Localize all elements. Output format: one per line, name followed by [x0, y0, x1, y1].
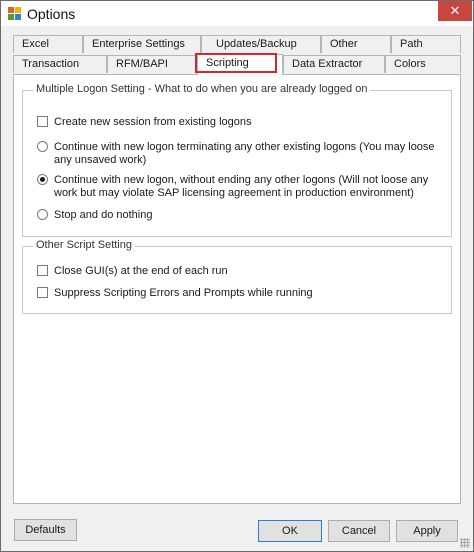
option-label: Close GUI(s) at the end of each run: [54, 265, 228, 277]
option-label: Continue with new logon, without ending …: [54, 174, 429, 199]
option-label: Stop and do nothing: [54, 209, 153, 221]
tab-updates-backup[interactable]: Updates/Backup: [201, 35, 321, 53]
apply-button[interactable]: Apply: [396, 520, 458, 542]
logon-group-title: Multiple Logon Setting - What to do when…: [33, 83, 371, 95]
defaults-button[interactable]: Defaults: [14, 519, 77, 541]
tab-enterprise-settings[interactable]: Enterprise Settings: [83, 35, 201, 53]
tab-colors[interactable]: Colors: [385, 55, 461, 73]
tab-rfm-bapi[interactable]: RFM/BAPI: [107, 55, 197, 73]
option-label: Continue with new logon terminating any …: [54, 141, 435, 166]
resize-grip-icon[interactable]: [460, 538, 470, 548]
other-script-settings-group: Other Script Setting Close GUI(s) at the…: [22, 239, 452, 314]
tab-other[interactable]: Other: [321, 35, 391, 53]
logon-settings-group: Multiple Logon Setting - What to do when…: [22, 83, 452, 237]
radio-circle[interactable]: [37, 141, 48, 152]
option-label: Create new session from existing logons: [54, 116, 252, 128]
ok-button[interactable]: OK: [258, 520, 322, 542]
tab-scripting[interactable]: Scripting: [197, 54, 283, 75]
app-icon: [8, 7, 21, 20]
script-group-title: Other Script Setting: [33, 239, 135, 251]
radio-circle-selected[interactable]: [37, 174, 48, 185]
tab-strip: Excel Enterprise Settings Updates/Backup…: [13, 35, 461, 75]
checkbox-box[interactable]: [37, 265, 48, 276]
tab-content-scripting: Multiple Logon Setting - What to do when…: [13, 74, 461, 504]
radio-circle[interactable]: [37, 209, 48, 220]
title-bar[interactable]: Options ✕: [1, 1, 473, 26]
checkbox-box[interactable]: [37, 116, 48, 127]
checkbox-box[interactable]: [37, 287, 48, 298]
close-button[interactable]: ✕: [438, 1, 472, 21]
tab-excel[interactable]: Excel: [13, 35, 83, 53]
option-label: Suppress Scripting Errors and Prompts wh…: [54, 287, 313, 299]
tab-path[interactable]: Path: [391, 35, 461, 53]
options-window: Options ✕ Excel Enterprise Settings Upda…: [0, 0, 474, 552]
tab-data-extractor[interactable]: Data Extractor: [283, 55, 385, 73]
window-title: Options: [27, 6, 76, 22]
cancel-button[interactable]: Cancel: [328, 520, 390, 542]
tab-transaction[interactable]: Transaction: [13, 55, 107, 73]
